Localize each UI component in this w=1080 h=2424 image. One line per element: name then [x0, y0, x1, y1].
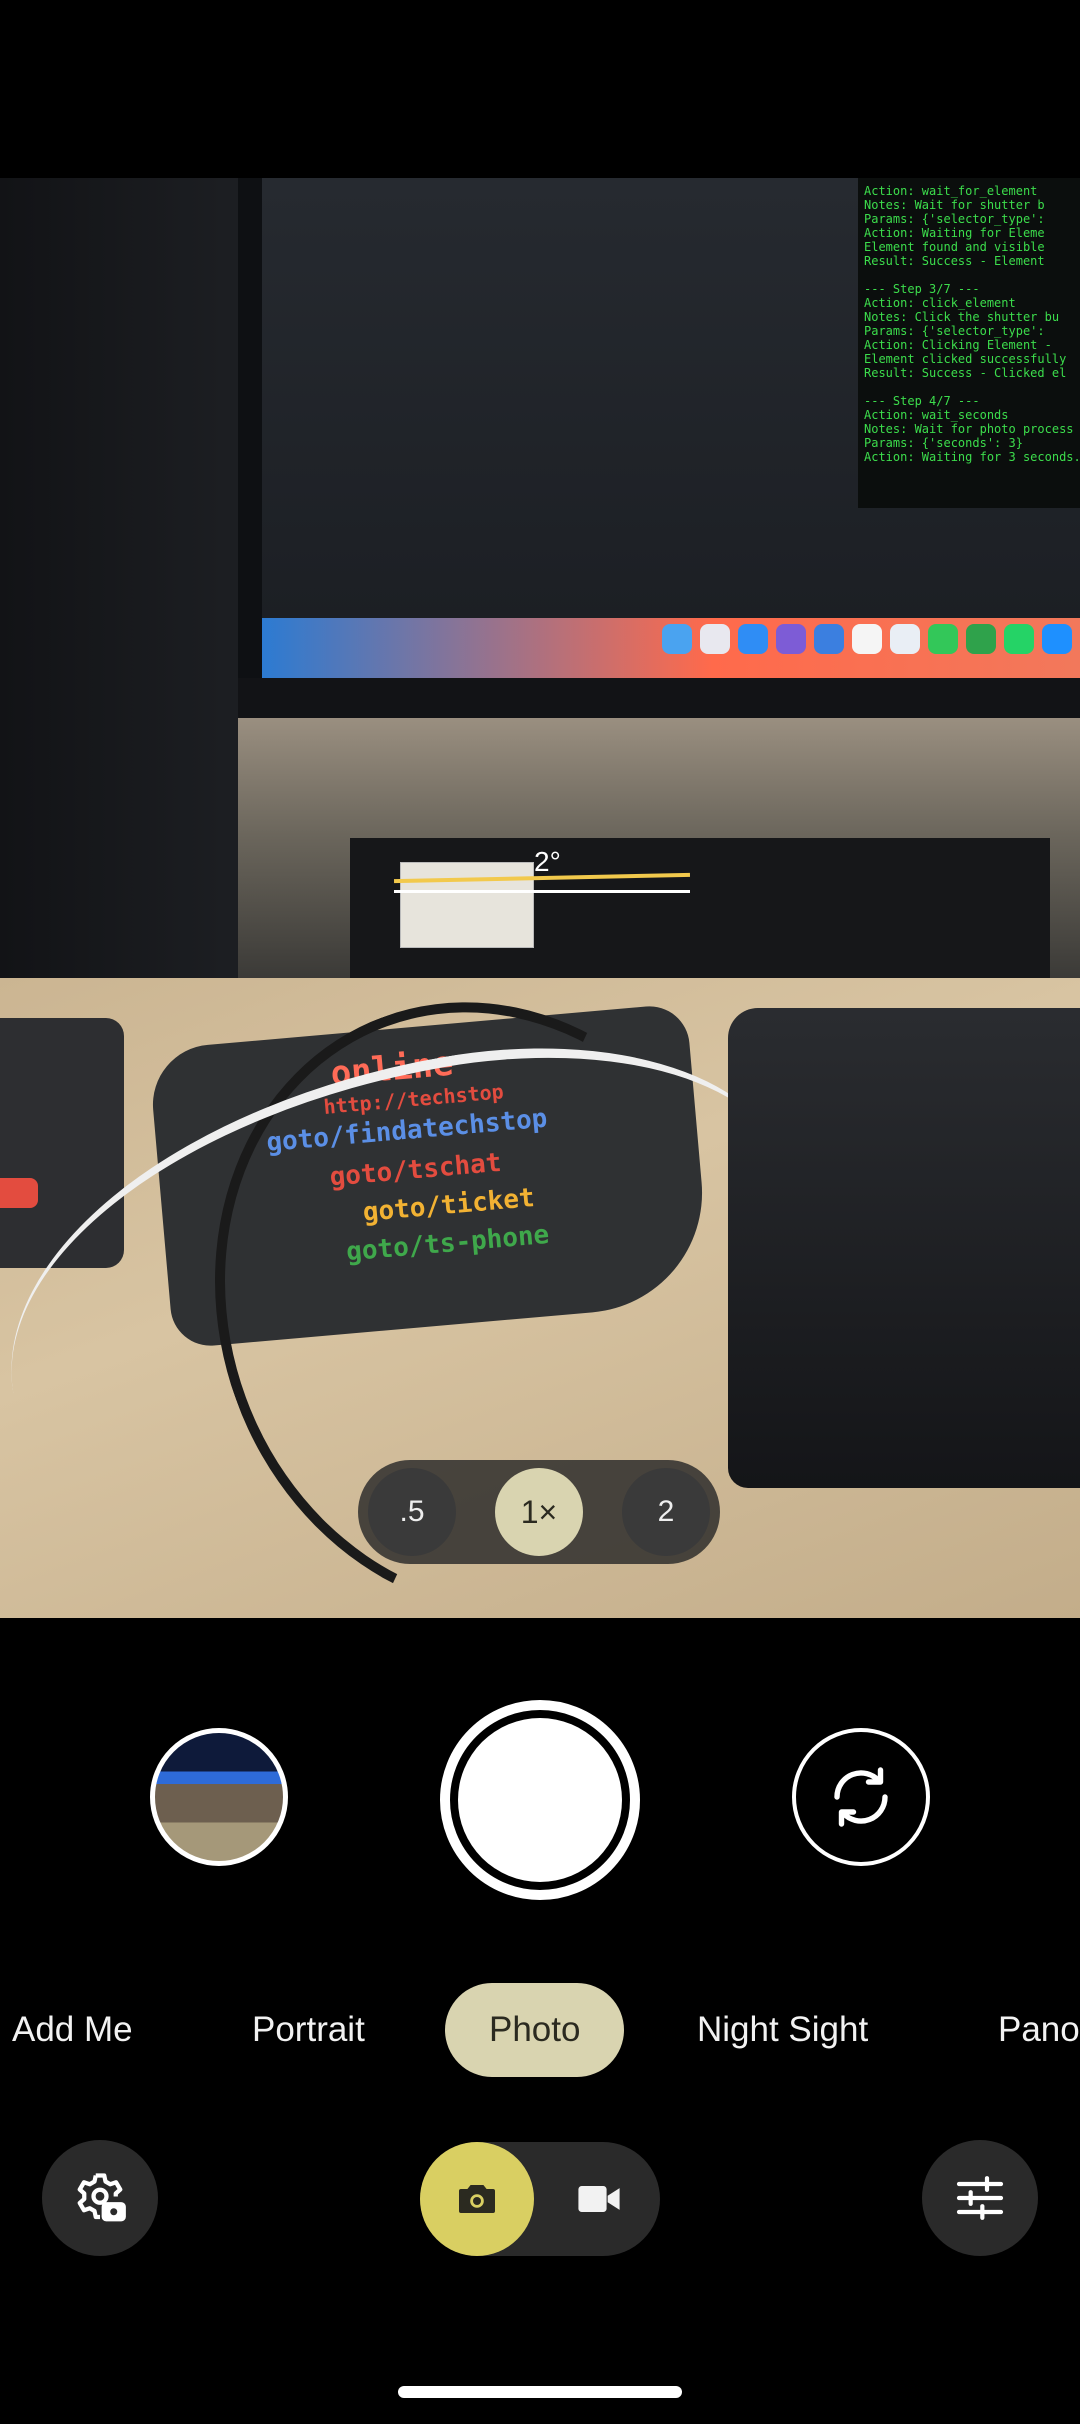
mode-portrait[interactable]: Portrait — [252, 1983, 365, 2077]
shutter-button[interactable] — [440, 1700, 640, 1900]
photo-video-toggle — [420, 2142, 660, 2256]
video-camera-icon — [578, 2186, 620, 2212]
terminal-window: Action: wait_for_element Notes: Wait for… — [858, 178, 1080, 508]
flip-camera-icon — [834, 1767, 888, 1827]
level-indicator: 2° — [393, 846, 691, 908]
zoom-1x-button[interactable]: 1× — [495, 1468, 583, 1556]
home-indicator[interactable] — [398, 2386, 682, 2398]
dock-icons — [662, 624, 1072, 668]
gallery-thumbnail[interactable] — [150, 1728, 288, 1866]
mode-pano[interactable]: Pano — [998, 1983, 1080, 2077]
monitor-bezel — [238, 678, 1080, 718]
flip-camera-button[interactable] — [792, 1728, 930, 1866]
mode-add-me[interactable]: Add Me — [12, 1983, 133, 2077]
mode-night-sight[interactable]: Night Sight — [697, 1983, 868, 2077]
sliders-icon — [956, 2176, 1004, 2220]
video-mode-button[interactable] — [564, 2142, 634, 2256]
terminal-text: Action: wait_for_element Notes: Wait for… — [864, 184, 1080, 464]
settings-camera-icon — [77, 2173, 126, 2222]
dock-bar — [262, 618, 1080, 680]
shutter-inner — [458, 1718, 622, 1882]
camera-adjustments-button[interactable] — [922, 2140, 1038, 2256]
camera-icon — [459, 2185, 495, 2213]
camera-viewfinder[interactable]: Action: wait_for_element Notes: Wait for… — [0, 178, 1080, 1618]
level-line-horizon — [394, 890, 690, 893]
zoom-selector: .5 1× 2 — [358, 1460, 720, 1564]
zoom-0-5-button[interactable]: .5 — [368, 1468, 456, 1556]
level-angle: 2° — [534, 846, 561, 877]
zoom-2x-button[interactable]: 2 — [622, 1468, 710, 1556]
camera-settings-button[interactable] — [42, 2140, 158, 2256]
mode-photo[interactable]: Photo — [445, 1983, 625, 2077]
camera-mode-carousel: Add Me Portrait Photo Night Sight Pano — [0, 1983, 1080, 2077]
photo-mode-button[interactable] — [420, 2142, 534, 2256]
left-monitor — [0, 178, 248, 978]
laptop — [728, 1008, 1080, 1488]
